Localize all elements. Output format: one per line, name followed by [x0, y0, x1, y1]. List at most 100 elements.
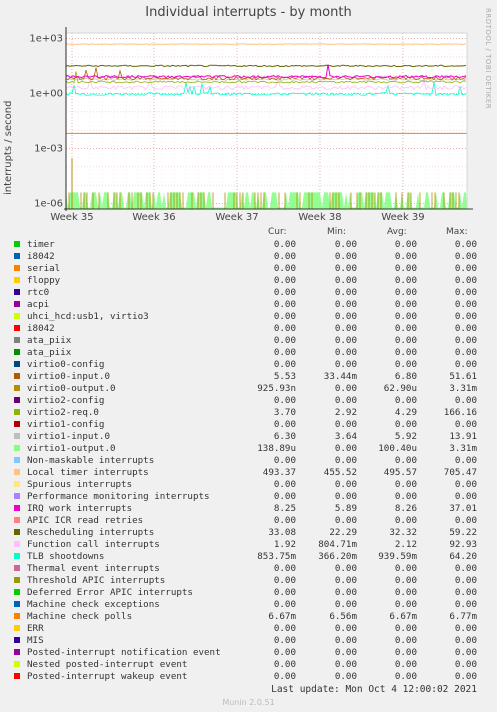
legend-cur-value: 0.00: [273, 671, 296, 682]
legend-series-name: i8042: [27, 251, 55, 262]
legend-max-value: 59.22: [449, 527, 477, 538]
legend-max-value: 166.16: [443, 407, 477, 418]
legend-swatch: [14, 613, 20, 619]
legend-row: i8042 0.00 0.00 0.00 0.00: [0, 251, 497, 263]
legend-avg-value: 5.92: [394, 431, 417, 442]
legend-swatch: [14, 457, 20, 463]
legend-cur-value: 0.00: [273, 575, 296, 586]
legend-series-name: uhci_hcd:usb1, virtio3: [27, 311, 149, 322]
legend-avg-value: 0.00: [394, 647, 417, 658]
legend-row: Nested posted-interrupt event 0.00 0.00 0.0…: [0, 659, 497, 671]
legend-cur-value: 6.67m: [268, 611, 296, 622]
legend-avg-value: 8.26: [394, 503, 417, 514]
legend-max-value: 0.00: [454, 311, 477, 322]
legend-cur-value: 0.00: [273, 659, 296, 670]
legend-cur-value: 0.00: [273, 299, 296, 310]
legend-cur-value: 3.70: [273, 407, 296, 418]
legend-max-value: 0.00: [454, 455, 477, 466]
legend-cur-value: 6.30: [273, 431, 296, 442]
legend-series-name: Deferred Error APIC interrupts: [27, 587, 193, 598]
legend-min-value: 5.89: [334, 503, 357, 514]
legend-swatch: [14, 565, 20, 571]
legend-row: virtio0-output.0 925.93n 0.00 62.90u 3.31m: [0, 383, 497, 395]
legend-min-value: 0.00: [334, 563, 357, 574]
legend-swatch: [14, 673, 20, 679]
legend-min-value: 366.20m: [318, 551, 357, 562]
legend-max-value: 0.00: [454, 251, 477, 262]
legend-avg-value: 62.90u: [383, 383, 417, 394]
legend-min-value: 0.00: [334, 455, 357, 466]
legend-row: i8042 0.00 0.00 0.00 0.00: [0, 323, 497, 335]
legend-avg-value: 0.00: [394, 575, 417, 586]
legend-min-value: 0.00: [334, 491, 357, 502]
legend-max-value: 0.00: [454, 563, 477, 574]
legend-max-value: 0.00: [454, 623, 477, 634]
legend-avg-value: 0.00: [394, 395, 417, 406]
legend-min-value: 6.56m: [329, 611, 357, 622]
legend-avg-value: 0.00: [394, 359, 417, 370]
legend-cur-value: 0.00: [273, 311, 296, 322]
legend-series-name: Function call interrupts: [27, 539, 160, 550]
legend-series-name: timer: [27, 239, 55, 250]
legend-swatch: [14, 529, 20, 535]
legend-max-value: 0.00: [454, 395, 477, 406]
legend-max-value: 0.00: [454, 671, 477, 682]
legend-cur-value: 8.25: [273, 503, 296, 514]
legend-avg-value: 6.80: [394, 371, 417, 382]
legend-row: virtio1-output.0 138.89u 0.00 100.40u 3.31m: [0, 443, 497, 455]
legend-avg-value: 0.00: [394, 563, 417, 574]
legend-min-value: 0.00: [334, 443, 357, 454]
legend-cur-value: 0.00: [273, 419, 296, 430]
legend-row: virtio0-config 0.00 0.00 0.00 0.00: [0, 359, 497, 371]
legend-avg-value: 0.00: [394, 347, 417, 358]
y-tick-label: 1e-06: [34, 198, 63, 209]
legend-min-value: 0.00: [334, 635, 357, 646]
legend-series-name: virtio2-config: [27, 395, 105, 406]
legend-series-name: ERR: [27, 623, 44, 634]
legend-cur-value: 5.53: [273, 371, 296, 382]
legend-row: acpi 0.00 0.00 0.00 0.00: [0, 299, 497, 311]
legend-row: Posted-interrupt wakeup event 0.00 0.00 0.0…: [0, 671, 497, 683]
legend-cur-value: 0.00: [273, 263, 296, 274]
legend-max-value: 0.00: [454, 287, 477, 298]
legend-series-name: TLB shootdowns: [27, 551, 105, 562]
legend-min-value: 0.00: [334, 239, 357, 250]
legend-swatch: [14, 553, 20, 559]
legend-swatch: [14, 517, 20, 523]
legend-row: Machine check polls 6.67m 6.56m 6.67m 6.77m: [0, 611, 497, 623]
legend-series-name: virtio0-config: [27, 359, 105, 370]
legend-min-value: 0.00: [334, 251, 357, 262]
legend-swatch: [14, 601, 20, 607]
legend-avg-value: 2.12: [394, 539, 417, 550]
legend-max-value: 0.00: [454, 599, 477, 610]
legend-min-value: 3.64: [334, 431, 357, 442]
legend-swatch: [14, 637, 20, 643]
legend-swatch: [14, 325, 20, 331]
legend-cur-value: 0.00: [273, 359, 296, 370]
legend-max-value: 0.00: [454, 575, 477, 586]
legend-series-name: Non-maskable interrupts: [27, 455, 155, 466]
legend-max-value: 0.00: [454, 419, 477, 430]
legend-cur-value: 33.08: [268, 527, 296, 538]
legend-max-value: 0.00: [454, 359, 477, 370]
legend-min-value: 0.00: [334, 575, 357, 586]
legend-avg-value: 0.00: [394, 635, 417, 646]
legend-row: TLB shootdowns 853.75m 366.20m 939.59m 64.20: [0, 551, 497, 563]
legend-avg-value: 939.59m: [378, 551, 417, 562]
legend-min-value: 804.71m: [318, 539, 357, 550]
legend-cur-value: 925.93n: [257, 383, 296, 394]
legend-avg-value: 0.00: [394, 275, 417, 286]
legend-max-value: 0.00: [454, 635, 477, 646]
legend-cur-value: 493.37: [262, 467, 296, 478]
legend-series-name: IRQ work interrupts: [27, 503, 133, 514]
legend-swatch: [14, 241, 20, 247]
x-tick-label: Week 38: [298, 212, 341, 223]
legend-series-name: ata_piix: [27, 347, 72, 358]
legend-swatch: [14, 505, 20, 511]
legend-avg-value: 0.00: [394, 323, 417, 334]
legend-series-name: Posted-interrupt wakeup event: [27, 671, 188, 682]
legend-cur-value: 0.00: [273, 239, 296, 250]
legend-max-value: 64.20: [449, 551, 477, 562]
legend-row: Non-maskable interrupts 0.00 0.00 0.00 0.00: [0, 455, 497, 467]
legend-swatch: [14, 481, 20, 487]
